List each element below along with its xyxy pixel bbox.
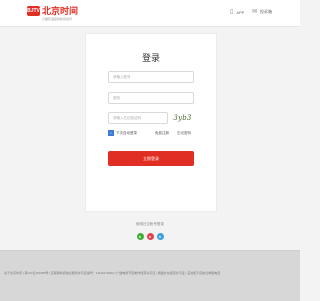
login-submit-button[interactable]: 立即登录 [108, 151, 194, 166]
account-placeholder: 请输入账号 [113, 75, 131, 79]
top-navigation-bar: BJTV 北京时间 只做有温度的新闻资讯 ▯ APP ✉ 投诉箱 [0, 0, 300, 27]
complaint-link-label: 投诉箱 [260, 9, 273, 14]
app-download-link[interactable]: ▯ APP [230, 9, 244, 15]
captcha-image[interactable]: 3yb3 [172, 111, 193, 125]
captcha-input[interactable]: 请输入右边验证码 [108, 112, 168, 124]
complaint-box-link[interactable]: ✉ 投诉箱 [252, 9, 272, 15]
message-icon: ✉ [252, 9, 258, 15]
password-input[interactable]: 密码 [108, 92, 194, 104]
remember-me-checkbox[interactable]: ✓ 下次自动登录 [108, 130, 137, 136]
footer: 关于北京时间 | 京ICP证150185号 | 互联网新闻信息服务许可证编号：1… [0, 250, 300, 301]
login-title: 登录 [141, 53, 160, 63]
footer-text: 关于北京时间 | 京ICP证150185号 | 互联网新闻信息服务许可证编号：1… [4, 271, 221, 275]
logo-mark: BJTV [27, 6, 40, 16]
forgot-password-link[interactable]: 忘记密码 [177, 131, 191, 136]
third-party-login-label: 使用社交帐号登录 [136, 222, 164, 226]
captcha-placeholder: 请输入右边验证码 [113, 116, 141, 120]
app-link-label: APP [236, 9, 245, 15]
wechat-icon[interactable]: ● [136, 233, 144, 240]
mobile-phone-icon: ▯ [230, 9, 234, 15]
logo-name: 北京时间 [42, 6, 79, 16]
register-link[interactable]: 免费注册 [155, 131, 169, 136]
account-input[interactable]: 请输入账号 [108, 71, 194, 83]
login-card: 登录 请输入账号 密码 请输入右边验证码 3yb3 ✓ 下次自动登录 免费注册 … [85, 33, 217, 212]
site-slogan: 只做有温度的新闻资讯 [42, 17, 73, 21]
password-placeholder: 密码 [113, 96, 120, 100]
site-logo[interactable]: BJTV 北京时间 [27, 6, 78, 16]
qq-icon[interactable]: ● [156, 233, 164, 240]
checkbox-checked-icon: ✓ [108, 130, 114, 136]
third-party-login-buttons: ● ● ● [0, 233, 300, 240]
weibo-icon[interactable]: ● [146, 233, 154, 240]
remember-me-label: 下次自动登录 [116, 130, 137, 135]
